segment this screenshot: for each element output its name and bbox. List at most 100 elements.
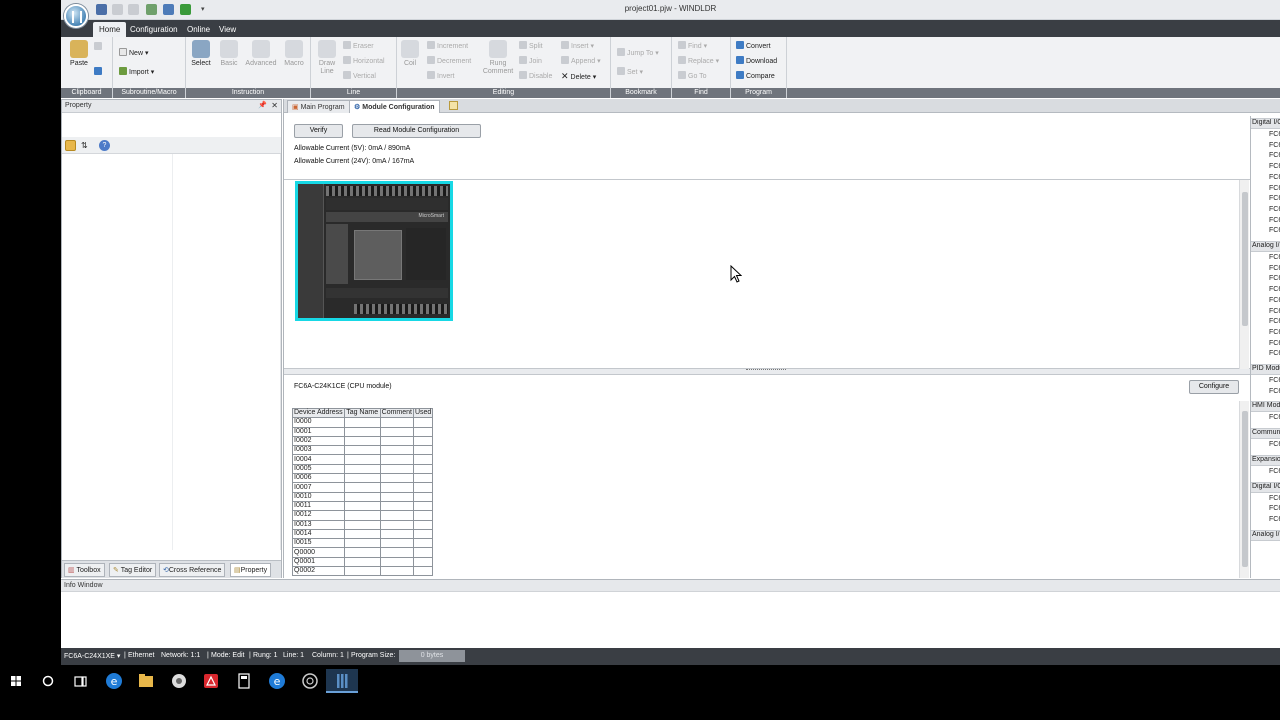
device-address-cell[interactable]: I0014	[292, 528, 345, 540]
tab-module-configuration[interactable]: ⚙ Module Configuration	[349, 100, 440, 113]
table-row[interactable]: I0004	[292, 454, 434, 465]
comment-cell[interactable]	[379, 426, 414, 437]
catalog-item[interactable]: FC6	[1269, 185, 1280, 192]
catalog-item[interactable]: FC6	[1269, 275, 1280, 282]
compare-button[interactable]: Compare	[736, 71, 775, 80]
rung-comment-button[interactable]: Rung Comment	[479, 40, 517, 76]
table-row[interactable]: I0001	[292, 426, 434, 437]
comment-cell[interactable]	[379, 463, 414, 475]
comment-cell[interactable]	[379, 528, 414, 540]
col-tag-name[interactable]: Tag Name	[343, 407, 381, 419]
browser-icon[interactable]	[294, 669, 326, 693]
basic-button[interactable]: Basic	[218, 40, 240, 68]
tag-name-cell[interactable]	[343, 538, 381, 549]
device-address-cell[interactable]: I0012	[292, 510, 345, 521]
eraser-button[interactable]: Eraser	[343, 41, 374, 50]
table-row[interactable]: Q0000	[292, 547, 434, 558]
device-address-cell[interactable]: I0007	[292, 482, 345, 493]
tag-name-cell[interactable]	[343, 426, 381, 437]
catalog-item[interactable]: FC6	[1269, 468, 1280, 475]
catalog-section-header[interactable]: Digital I/O	[1251, 118, 1280, 129]
device-address-cell[interactable]: I0004	[292, 454, 345, 465]
insert-button[interactable]: Insert ▾	[561, 41, 594, 50]
used-cell[interactable]	[412, 482, 434, 493]
catalog-item[interactable]: FC6	[1269, 227, 1280, 234]
tab-tag-editor[interactable]: ✎ Tag Editor	[109, 563, 157, 577]
categorized-icon[interactable]	[65, 140, 76, 151]
search-circle-icon[interactable]	[32, 669, 64, 693]
calculator-icon[interactable]	[228, 669, 260, 693]
tag-name-cell[interactable]	[343, 482, 381, 493]
tag-name-cell[interactable]	[343, 417, 381, 428]
catalog-item[interactable]: FC6	[1269, 254, 1280, 261]
comment-cell[interactable]	[379, 454, 414, 465]
used-cell[interactable]	[412, 566, 434, 577]
horizontal-button[interactable]: Horizontal	[343, 56, 385, 65]
catalog-item[interactable]: FC6	[1269, 206, 1280, 213]
used-cell[interactable]	[412, 556, 434, 568]
table-row[interactable]: I0015	[292, 538, 434, 549]
windows-start-icon[interactable]	[0, 669, 32, 693]
catalog-item[interactable]: FC6	[1269, 340, 1280, 347]
device-address-cell[interactable]: I0000	[292, 417, 345, 428]
catalog-section-header[interactable]: Analog I/O	[1251, 529, 1280, 541]
catalog-item[interactable]: FC6	[1269, 217, 1280, 224]
comment-cell[interactable]	[379, 482, 414, 493]
edge-icon[interactable]: e	[261, 669, 293, 693]
catalog-item[interactable]: FC6	[1269, 350, 1280, 357]
table-row[interactable]: I0014	[292, 528, 434, 540]
table-row[interactable]: I0006	[292, 473, 434, 484]
used-cell[interactable]	[412, 426, 434, 437]
tab-online[interactable]: Online	[181, 22, 216, 37]
used-cell[interactable]	[412, 538, 434, 549]
tag-name-cell[interactable]	[343, 435, 381, 447]
tab-property[interactable]: ▤Property	[230, 563, 272, 577]
catalog-item[interactable]: FC6	[1269, 505, 1280, 512]
replace-button[interactable]: Replace ▾	[678, 56, 719, 65]
tag-name-cell[interactable]	[343, 445, 381, 456]
pin-icon[interactable]: 📌	[258, 101, 267, 109]
device-address-cell[interactable]: I0003	[292, 445, 345, 456]
close-icon[interactable]: ✕	[271, 101, 278, 110]
comment-cell[interactable]	[379, 538, 414, 549]
col-device-address[interactable]: Device Address	[292, 407, 345, 419]
verify-button[interactable]: Verify	[294, 124, 343, 138]
split-button[interactable]: Split	[519, 41, 543, 50]
catalog-item[interactable]: FC6	[1269, 195, 1280, 202]
bookmark-set-button[interactable]: Set ▾	[617, 67, 643, 76]
tag-name-cell[interactable]	[343, 528, 381, 540]
used-cell[interactable]	[412, 454, 434, 465]
tag-name-cell[interactable]	[343, 491, 381, 502]
catalog-item[interactable]: FC6	[1269, 286, 1280, 293]
delete-button[interactable]: ✕ Delete ▾	[561, 71, 596, 82]
catalog-section-header[interactable]: HMI Module	[1251, 401, 1280, 413]
used-cell[interactable]	[412, 417, 434, 428]
tag-name-cell[interactable]	[343, 510, 381, 521]
new-tab-icon[interactable]	[449, 101, 458, 110]
draw-line-button[interactable]: Draw Line	[315, 40, 339, 76]
decrement-button[interactable]: Decrement	[427, 56, 471, 65]
table-row[interactable]: Q0002	[292, 566, 434, 577]
table-row[interactable]: I0002	[292, 435, 434, 447]
device-address-cell[interactable]: I0011	[292, 500, 345, 512]
table-row[interactable]: I0000	[292, 417, 434, 428]
acrobat-icon[interactable]	[195, 669, 227, 693]
comment-cell[interactable]	[379, 566, 414, 577]
tag-name-cell[interactable]	[343, 556, 381, 568]
catalog-item[interactable]: FC6	[1269, 174, 1280, 181]
comment-cell[interactable]	[379, 445, 414, 456]
increment-button[interactable]: Increment	[427, 41, 468, 50]
catalog-item[interactable]: FC6	[1269, 388, 1280, 395]
device-address-cell[interactable]: Q0002	[292, 566, 345, 577]
device-address-cell[interactable]: Q0000	[292, 547, 345, 558]
tab-cross-reference[interactable]: ⟲Cross Reference	[159, 563, 226, 577]
tab-configuration[interactable]: Configuration	[124, 22, 184, 37]
sort-alpha-icon[interactable]: ⇅	[81, 140, 92, 151]
catalog-item[interactable]: FC6	[1269, 318, 1280, 325]
append-button[interactable]: Append ▾	[561, 56, 601, 65]
jump-to-button[interactable]: Jump To ▾	[617, 48, 659, 57]
catalog-item[interactable]: FC6	[1269, 265, 1280, 272]
table-row[interactable]: I0010	[292, 491, 434, 502]
select-button[interactable]: Select	[188, 40, 214, 68]
catalog-section-header[interactable]: Analog I/O	[1251, 241, 1280, 252]
